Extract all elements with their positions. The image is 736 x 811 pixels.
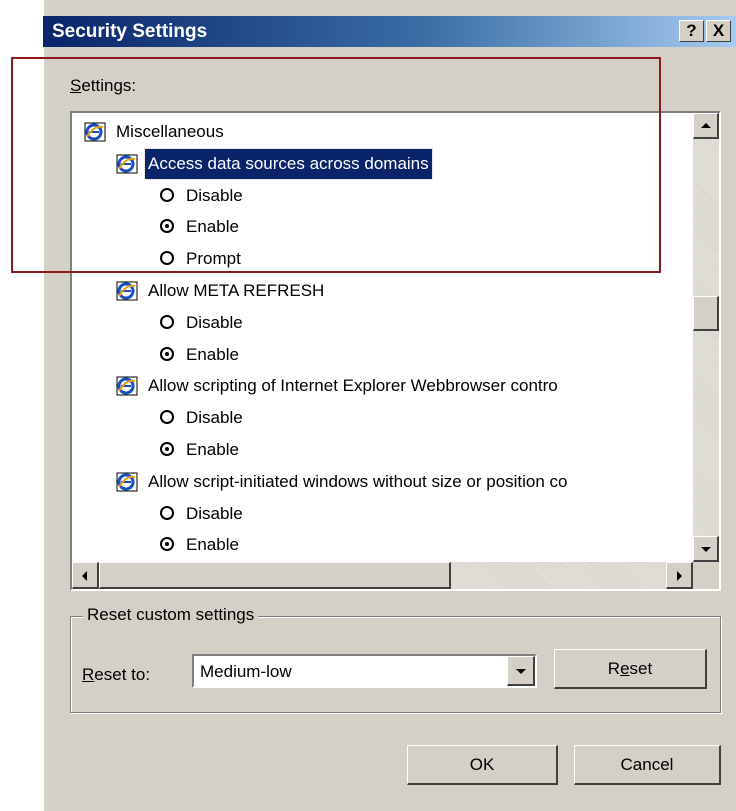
scroll-right-button[interactable] xyxy=(666,562,693,589)
arrow-right-icon xyxy=(677,571,682,581)
radio-button[interactable] xyxy=(160,410,174,425)
radio-label: Prompt xyxy=(186,249,241,269)
reset-to-label: Reset to: xyxy=(82,665,151,684)
arrow-left-icon xyxy=(82,571,87,581)
chevron-down-icon xyxy=(516,669,526,674)
setting-label[interactable]: Allow script-initiated windows without s… xyxy=(148,467,568,497)
horizontal-scroll-thumb[interactable] xyxy=(99,562,451,589)
help-button[interactable]: ? xyxy=(679,20,704,42)
radio-label: Enable xyxy=(186,440,239,459)
radio-button[interactable] xyxy=(160,219,174,234)
ok-button[interactable]: OK xyxy=(407,745,558,785)
reset-button[interactable]: Reset xyxy=(554,649,707,689)
setting-label[interactable]: Allow META REFRESH xyxy=(148,276,324,306)
setting-label[interactable]: Allow scripting of Internet Explorer Web… xyxy=(148,371,558,401)
horizontal-scrollbar[interactable] xyxy=(72,562,693,589)
title-bar[interactable]: Security Settings ? X xyxy=(43,16,736,47)
ie-setting-icon xyxy=(116,280,140,302)
setting-label[interactable]: Access data sources across domains xyxy=(144,147,433,180)
radio-button[interactable] xyxy=(160,442,174,456)
reset-group-title: Reset custom settings xyxy=(83,605,259,625)
radio-label: Enable xyxy=(186,344,239,364)
settings-label: Settings: xyxy=(70,76,137,95)
close-button[interactable]: X xyxy=(706,20,731,42)
ie-setting-icon xyxy=(116,375,140,397)
radio-button[interactable] xyxy=(160,537,174,552)
ie-setting-icon xyxy=(116,153,140,175)
radio-button[interactable] xyxy=(160,346,174,361)
scrollbar-corner xyxy=(693,562,719,589)
ie-setting-icon xyxy=(84,121,108,143)
settings-tree[interactable]: Miscellaneous Access data sources across … xyxy=(70,111,721,591)
cancel-button[interactable]: Cancel xyxy=(574,745,721,785)
radio-button[interactable] xyxy=(160,251,174,266)
scroll-left-button[interactable] xyxy=(72,562,99,589)
radio-button[interactable] xyxy=(160,314,174,329)
vertical-scrollbar[interactable] xyxy=(693,113,719,562)
arrow-down-icon xyxy=(701,547,711,552)
dialog-title: Security Settings xyxy=(52,21,208,42)
radio-button[interactable] xyxy=(160,187,174,202)
radio-label: Enable xyxy=(186,217,239,237)
vertical-scroll-thumb[interactable] xyxy=(693,296,719,331)
tree-category-miscellaneous[interactable]: Miscellaneous xyxy=(116,117,224,147)
radio-label: Enable xyxy=(186,535,239,555)
dropdown-button[interactable] xyxy=(507,656,535,686)
scroll-down-button[interactable] xyxy=(693,536,719,562)
reset-level-dropdown[interactable]: Medium-low xyxy=(192,654,537,688)
arrow-up-icon xyxy=(701,123,711,128)
ie-setting-icon xyxy=(116,471,140,493)
reset-level-value: Medium-low xyxy=(200,662,292,681)
radio-button[interactable] xyxy=(160,505,174,520)
settings-tree-list: Miscellaneous Access data sources across … xyxy=(72,113,693,562)
radio-label: Disable xyxy=(186,503,243,523)
radio-label: Disable xyxy=(186,408,243,428)
radio-label: Disable xyxy=(186,185,243,205)
scroll-up-button[interactable] xyxy=(693,113,719,139)
radio-label: Disable xyxy=(186,312,243,332)
